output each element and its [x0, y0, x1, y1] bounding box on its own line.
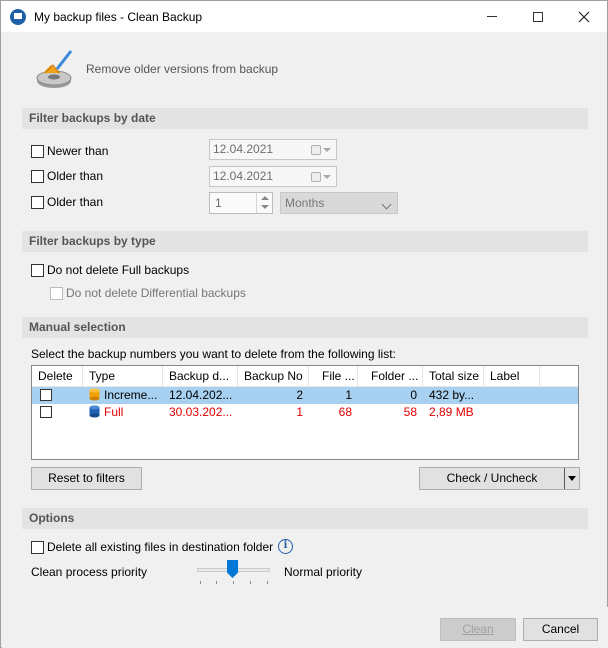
list-header: Delete Type Backup d... Backup No File .…: [32, 366, 578, 387]
full-backup-icon: [89, 405, 100, 418]
no-differential-checkbox[interactable]: [50, 287, 63, 300]
clean-button-label: Clean: [462, 622, 494, 636]
row-delete-checkbox[interactable]: [40, 406, 52, 418]
older-than-checkbox[interactable]: [31, 170, 44, 183]
row-label: [484, 404, 540, 421]
older-than-units-checkbox[interactable]: [31, 196, 44, 209]
section-manual-selection: Manual selection: [22, 317, 588, 338]
slider-tick: [250, 581, 251, 584]
no-full-checkbox[interactable]: [31, 264, 44, 277]
section-options: Options: [22, 508, 588, 529]
older-than-unit-select[interactable]: Months: [280, 192, 398, 214]
row-label: [484, 387, 540, 404]
row-backup-date: 30.03.202...: [169, 405, 233, 419]
clean-backup-dialog: My backup files - Clean Backup Remove ol…: [0, 0, 608, 648]
older-than-units-label: Older than: [47, 195, 104, 209]
delete-existing-label: Delete all existing files in destination…: [47, 540, 274, 554]
spin-up-icon[interactable]: [261, 196, 269, 200]
reset-to-filters-button[interactable]: Reset to filters: [31, 467, 142, 490]
row-delete-checkbox[interactable]: [40, 389, 52, 401]
delete-existing-checkbox[interactable]: [31, 541, 44, 554]
minimize-icon: [487, 16, 497, 17]
slider-tick: [267, 581, 268, 584]
spin-buttons[interactable]: [256, 193, 272, 213]
section-filter-by-type: Filter backups by type: [22, 231, 588, 252]
row-backup-date: 12.04.202...: [169, 388, 233, 402]
column-header-backup-date[interactable]: Backup d...: [163, 366, 238, 387]
slider-tick: [216, 581, 217, 584]
column-header-label[interactable]: Label: [484, 366, 540, 387]
row-file-count: 68: [338, 405, 352, 419]
newer-than-date-value: 12.04.2021: [213, 142, 274, 156]
row-file-count: 1: [345, 388, 352, 402]
window-title: My backup files - Clean Backup: [34, 9, 203, 24]
older-than-amount-value: 1: [215, 196, 222, 210]
column-header-total-size[interactable]: Total size: [423, 366, 484, 387]
section-filter-by-date: Filter backups by date: [22, 108, 588, 129]
row-backup-no: 1: [296, 405, 303, 419]
table-row[interactable]: Increme... 12.04.202... 2 1 0 432 by...: [32, 387, 578, 404]
backup-list[interactable]: Delete Type Backup d... Backup No File .…: [31, 365, 579, 460]
row-folder-count: 58: [403, 405, 417, 419]
newer-than-checkbox[interactable]: [31, 145, 44, 158]
broom-disk-icon: [36, 50, 73, 88]
row-folder-count: 0: [410, 388, 417, 402]
row-type: Full: [104, 405, 124, 419]
maximize-button[interactable]: [515, 1, 561, 32]
info-icon[interactable]: i: [278, 539, 293, 554]
row-backup-no: 2: [296, 388, 303, 402]
row-type: Increme...: [104, 388, 158, 402]
spin-down-icon[interactable]: [261, 205, 269, 209]
column-header-folder-count[interactable]: Folder ...: [358, 366, 423, 387]
slider-tick: [200, 581, 201, 584]
title-bar: My backup files - Clean Backup: [1, 1, 607, 32]
table-row[interactable]: Full 30.03.202... 1 68 58 2,89 MB: [32, 404, 578, 421]
manual-instruction: Select the backup numbers you want to de…: [31, 347, 396, 361]
dialog-footer: [2, 607, 608, 648]
priority-slider-thumb[interactable]: [227, 560, 238, 578]
older-than-label: Older than: [47, 169, 104, 183]
column-header-type[interactable]: Type: [83, 366, 163, 387]
header-description: Remove older versions from backup: [86, 62, 279, 76]
no-full-label: Do not delete Full backups: [47, 263, 190, 277]
column-header-delete[interactable]: Delete: [32, 366, 83, 387]
calendar-icon[interactable]: [311, 143, 333, 156]
row-total-size: 432 by...: [429, 388, 475, 402]
close-button[interactable]: [561, 1, 607, 32]
app-icon: [10, 8, 26, 25]
newer-than-date-field[interactable]: 12.04.2021: [209, 139, 337, 160]
older-than-date-field[interactable]: 12.04.2021: [209, 166, 337, 187]
older-than-unit-value: Months: [285, 196, 325, 210]
column-header-file-count[interactable]: File ...: [309, 366, 358, 387]
calendar-icon[interactable]: [311, 170, 333, 183]
column-header-backup-no[interactable]: Backup No: [238, 366, 309, 387]
check-uncheck-label: Check / Uncheck: [446, 471, 538, 485]
close-icon: [578, 11, 590, 22]
older-than-date-value: 12.04.2021: [213, 169, 274, 183]
priority-label: Clean process priority: [31, 565, 148, 579]
cancel-button[interactable]: Cancel: [523, 618, 598, 641]
no-differential-label: Do not delete Differential backups: [66, 286, 246, 300]
row-total-size: 2,89 MB: [429, 405, 474, 419]
priority-value: Normal priority: [284, 565, 363, 579]
slider-tick: [233, 581, 234, 584]
older-than-amount-stepper[interactable]: 1: [209, 192, 273, 214]
newer-than-label: Newer than: [47, 144, 109, 158]
chevron-down-icon: [381, 199, 392, 210]
clean-button[interactable]: Clean: [440, 618, 516, 641]
maximize-icon: [533, 11, 543, 22]
dropdown-arrow-icon[interactable]: [564, 468, 579, 489]
incremental-backup-icon: [89, 388, 100, 401]
minimize-button[interactable]: [469, 1, 515, 32]
check-uncheck-button[interactable]: Check / Uncheck: [419, 467, 580, 490]
